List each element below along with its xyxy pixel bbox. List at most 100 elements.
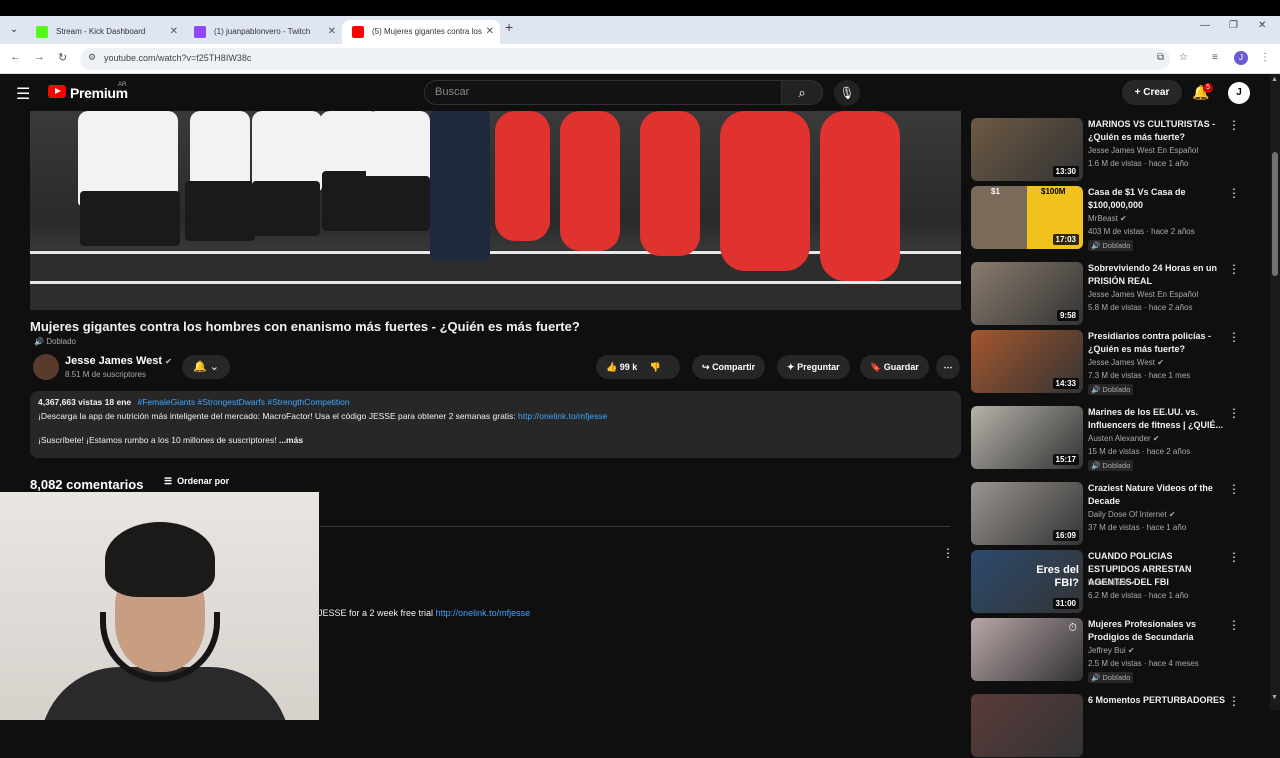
watch-later-icon[interactable]: ⏱ xyxy=(1068,622,1077,635)
minimize-icon[interactable]: — xyxy=(1200,20,1210,31)
recommended-channel[interactable]: MrBeast ✔ xyxy=(1088,214,1127,223)
recommended-menu-icon[interactable]: ⋮ xyxy=(1228,694,1240,708)
browser-tab-kick[interactable]: Stream - Kick Dashboard ✕ xyxy=(26,20,184,44)
browser-profile-avatar[interactable]: J xyxy=(1234,51,1248,65)
like-button[interactable]: 👍 99 k xyxy=(606,362,637,372)
reload-icon[interactable]: ↻ xyxy=(58,51,67,64)
media-control-icon[interactable]: ≡ xyxy=(1212,52,1218,63)
scroll-down-icon[interactable]: ▼ xyxy=(1271,694,1278,701)
subscribed-notifications-button[interactable]: 🔔 ⌄ xyxy=(182,355,230,379)
recommended-menu-icon[interactable]: ⋮ xyxy=(1228,550,1240,564)
recommended-channel[interactable]: Austen Alexander ✔ xyxy=(1088,434,1160,443)
video-figure xyxy=(80,191,180,246)
account-avatar[interactable]: J xyxy=(1228,82,1250,104)
hashtags[interactable]: #FemaleGiants #StrongestDwarfs #Strength… xyxy=(138,397,350,407)
recommended-title[interactable]: 6 Momentos PERTURBADORES xyxy=(1088,694,1226,707)
comment-link[interactable]: http://onelink.to/mfjesse xyxy=(436,608,531,618)
recommended-title[interactable]: Presidiarios contra policías - ¿Quién es… xyxy=(1088,330,1226,356)
create-button[interactable]: + Crear xyxy=(1122,80,1182,105)
like-dislike-group: 👍 99 k 👎 xyxy=(596,355,680,379)
recommended-menu-icon[interactable]: ⋮ xyxy=(1228,118,1240,132)
bookmark-star-icon[interactable]: ☆ xyxy=(1179,52,1188,63)
recommended-title[interactable]: MARINOS VS CULTURISTAS - ¿Quién es más f… xyxy=(1088,118,1226,144)
recommended-video[interactable]: 9:58 Sobreviviendo 24 Horas en un PRISIÓN… xyxy=(971,262,1241,326)
recommended-menu-icon[interactable]: ⋮ xyxy=(1228,618,1240,632)
share-button[interactable]: ↪ Compartir xyxy=(692,355,766,379)
install-app-icon[interactable]: ⧉ xyxy=(1157,52,1164,63)
recommended-title[interactable]: Mujeres Profesionales vs Prodigios de Se… xyxy=(1088,618,1226,644)
comments-divider xyxy=(320,526,950,527)
recommended-menu-icon[interactable]: ⋮ xyxy=(1228,186,1240,200)
video-thumbnail[interactable]: 16:09 xyxy=(971,482,1083,545)
search-button[interactable]: ⌕ xyxy=(781,80,823,105)
recommended-title[interactable]: Marines de los EE.UU. vs. Influencers de… xyxy=(1088,406,1226,432)
save-button[interactable]: 🔖 Guardar xyxy=(860,355,929,379)
comment-menu-icon[interactable]: ⋮ xyxy=(942,546,954,560)
recommended-channel[interactable]: Jeffrey Bui ✔ xyxy=(1088,646,1135,655)
channel-avatar[interactable] xyxy=(33,354,59,380)
sort-comments-button[interactable]: ☰ Ordenar por xyxy=(164,476,229,487)
dislike-button[interactable]: 👎 xyxy=(650,362,661,372)
back-icon[interactable]: ← xyxy=(10,51,21,63)
browser-tab-twitch[interactable]: (1) juanpablonvero - Twitch ✕ xyxy=(184,20,342,44)
video-thumbnail[interactable]: $1 $100M 17:03 xyxy=(971,186,1083,249)
video-thumbnail[interactable]: 13:30 xyxy=(971,118,1083,181)
recommended-video[interactable]: 14:33 Presidiarios contra policías - ¿Qui… xyxy=(971,330,1241,395)
close-tab-icon[interactable]: ✕ xyxy=(170,20,178,44)
recommended-video[interactable]: 6 Momentos PERTURBADORES ⋮ xyxy=(971,694,1241,758)
recommended-channel[interactable]: Jesse James West ✔ xyxy=(1088,358,1164,367)
recommended-menu-icon[interactable]: ⋮ xyxy=(1228,482,1240,496)
recommended-channel[interactable]: Jesse James West En Español xyxy=(1088,290,1198,299)
recommended-title[interactable]: Craziest Nature Videos of the Decade xyxy=(1088,482,1226,508)
close-tab-icon[interactable]: ✕ xyxy=(328,20,336,44)
video-player[interactable] xyxy=(30,111,961,310)
recommended-channel[interactable]: Daily Dose Of Internet ✔ xyxy=(1088,510,1176,519)
recommended-stats: 5.8 M de vistas · hace 2 años xyxy=(1088,303,1193,312)
more-actions-button[interactable]: ⋯ xyxy=(936,355,960,379)
video-thumbnail[interactable]: Eres del FBI? 31:00 xyxy=(971,550,1083,613)
close-tab-icon[interactable]: ✕ xyxy=(486,20,494,44)
recommended-title[interactable]: Sobreviviendo 24 Horas en un PRISIÓN REA… xyxy=(1088,262,1226,288)
forward-icon[interactable]: → xyxy=(34,51,45,63)
show-more-link[interactable]: ...más xyxy=(279,435,303,445)
recommended-video[interactable]: 15:17 Marines de los EE.UU. vs. Influence… xyxy=(971,406,1241,471)
menu-hamburger-icon[interactable]: ☰ xyxy=(16,84,30,104)
video-duration: 13:30 xyxy=(1052,166,1079,177)
video-duration: 17:03 xyxy=(1052,234,1079,245)
video-thumbnail[interactable]: 9:58 xyxy=(971,262,1083,325)
description-link[interactable]: http://onelink.to/mfjesse xyxy=(518,411,607,421)
youtube-logo-icon[interactable] xyxy=(48,85,66,98)
browser-tab-youtube[interactable]: (5) Mujeres gigantes contra los ✕ xyxy=(342,20,500,44)
recommended-channel[interactable]: Jesse James West En Español xyxy=(1088,146,1198,155)
ask-button[interactable]: ✦ Preguntar xyxy=(777,355,850,379)
scrollbar-thumb[interactable] xyxy=(1272,152,1278,276)
recommended-menu-icon[interactable]: ⋮ xyxy=(1228,330,1240,344)
recommended-video[interactable]: Eres del FBI? 31:00 CUANDO POLICIAS ESTUPI… xyxy=(971,550,1241,614)
description-box[interactable]: 4,367,663 vistas 18 ene #FemaleGiants #S… xyxy=(30,391,961,458)
recommended-video[interactable]: $1 $100M 17:03 Casa de $1 Vs Casa de $100,0… xyxy=(971,186,1241,251)
search-input[interactable] xyxy=(435,86,755,98)
tab-search-chevron-icon[interactable]: ⌄ xyxy=(6,22,22,38)
video-thumbnail[interactable]: 14:33 xyxy=(971,330,1083,393)
video-thumbnail[interactable]: 15:17 xyxy=(971,406,1083,469)
recommended-menu-icon[interactable]: ⋮ xyxy=(1228,262,1240,276)
site-info-icon[interactable]: ⚙ xyxy=(88,52,96,63)
recommended-video[interactable]: ⏱ Mujeres Profesionales vs Prodigios de S… xyxy=(971,618,1241,683)
page-scrollbar[interactable] xyxy=(1270,74,1280,710)
voice-search-button[interactable]: 🎙 xyxy=(834,80,860,106)
scroll-up-icon[interactable]: ▲ xyxy=(1271,76,1278,83)
video-thumbnail[interactable] xyxy=(971,694,1083,757)
video-figure xyxy=(360,176,430,231)
recommended-menu-icon[interactable]: ⋮ xyxy=(1228,406,1240,420)
recommended-video[interactable]: 13:30 MARINOS VS CULTURISTAS - ¿Quién es … xyxy=(971,118,1241,182)
maximize-icon[interactable]: ❐ xyxy=(1229,20,1238,31)
recommended-video[interactable]: 16:09 Craziest Nature Videos of the Decad… xyxy=(971,482,1241,546)
close-window-icon[interactable]: ✕ xyxy=(1258,20,1266,31)
browser-menu-icon[interactable]: ⋮ xyxy=(1260,52,1270,63)
recommended-channel[interactable]: luchosback ✔ xyxy=(1088,578,1137,587)
address-bar[interactable]: ⚙ youtube.com/watch?v=f25TH8IW38c xyxy=(80,48,1170,70)
channel-name[interactable]: Jesse James West ✔ xyxy=(65,355,172,367)
video-thumbnail[interactable]: ⏱ xyxy=(971,618,1083,681)
recommended-title[interactable]: Casa de $1 Vs Casa de $100,000,000 xyxy=(1088,186,1226,212)
new-tab-button[interactable]: + xyxy=(505,19,513,35)
